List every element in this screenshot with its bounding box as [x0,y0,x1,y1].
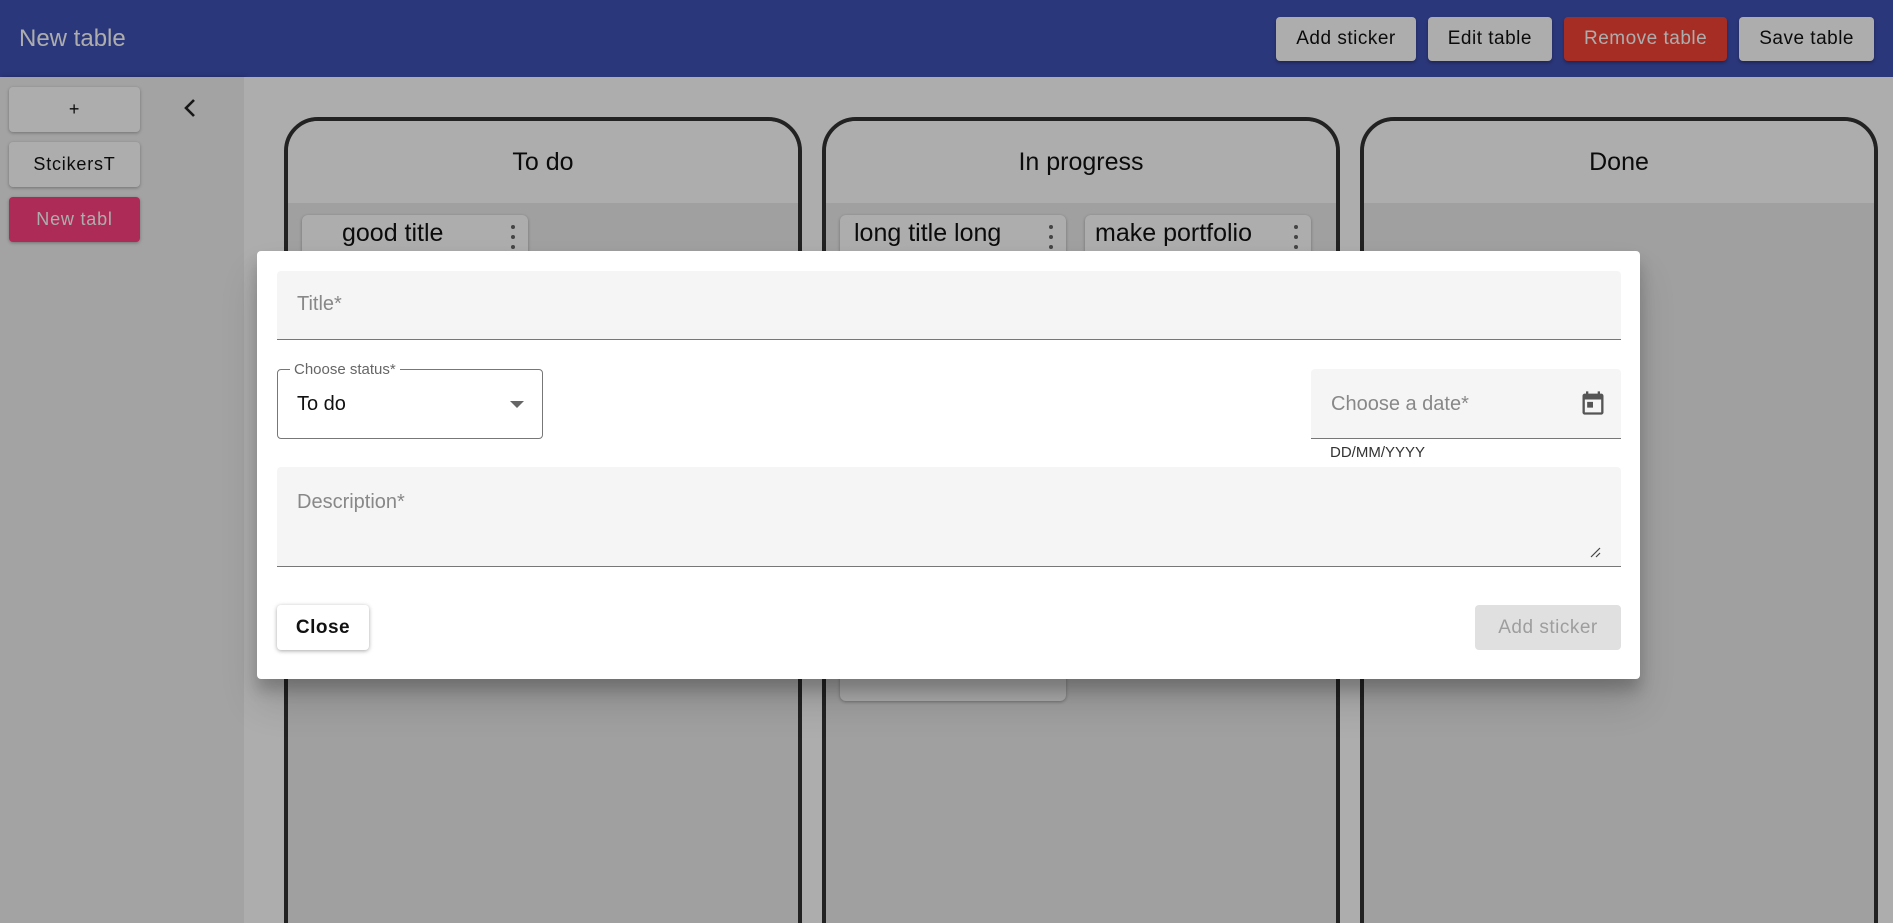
status-label: Choose status* [290,361,400,378]
date-placeholder: Choose a date* [1331,393,1469,415]
description-placeholder: Description* [297,491,405,513]
title-field[interactable]: Title* [277,271,1621,340]
dropdown-arrow-icon [510,401,524,408]
title-placeholder: Title* [297,293,342,315]
date-format-hint: DD/MM/YYYY [1330,444,1426,461]
calendar-icon[interactable] [1579,389,1607,417]
add-sticker-submit-button[interactable]: Add sticker [1475,605,1621,650]
date-field[interactable]: Choose a date* [1311,369,1621,439]
status-value: To do [297,393,346,415]
description-field[interactable]: Description* [277,467,1621,567]
status-select[interactable]: Choose status* To do [277,361,543,439]
close-button[interactable]: Close [277,605,369,650]
add-sticker-dialog: Title* Choose status* To do Choose a dat… [257,251,1640,679]
resize-grip-icon[interactable] [1589,546,1601,558]
